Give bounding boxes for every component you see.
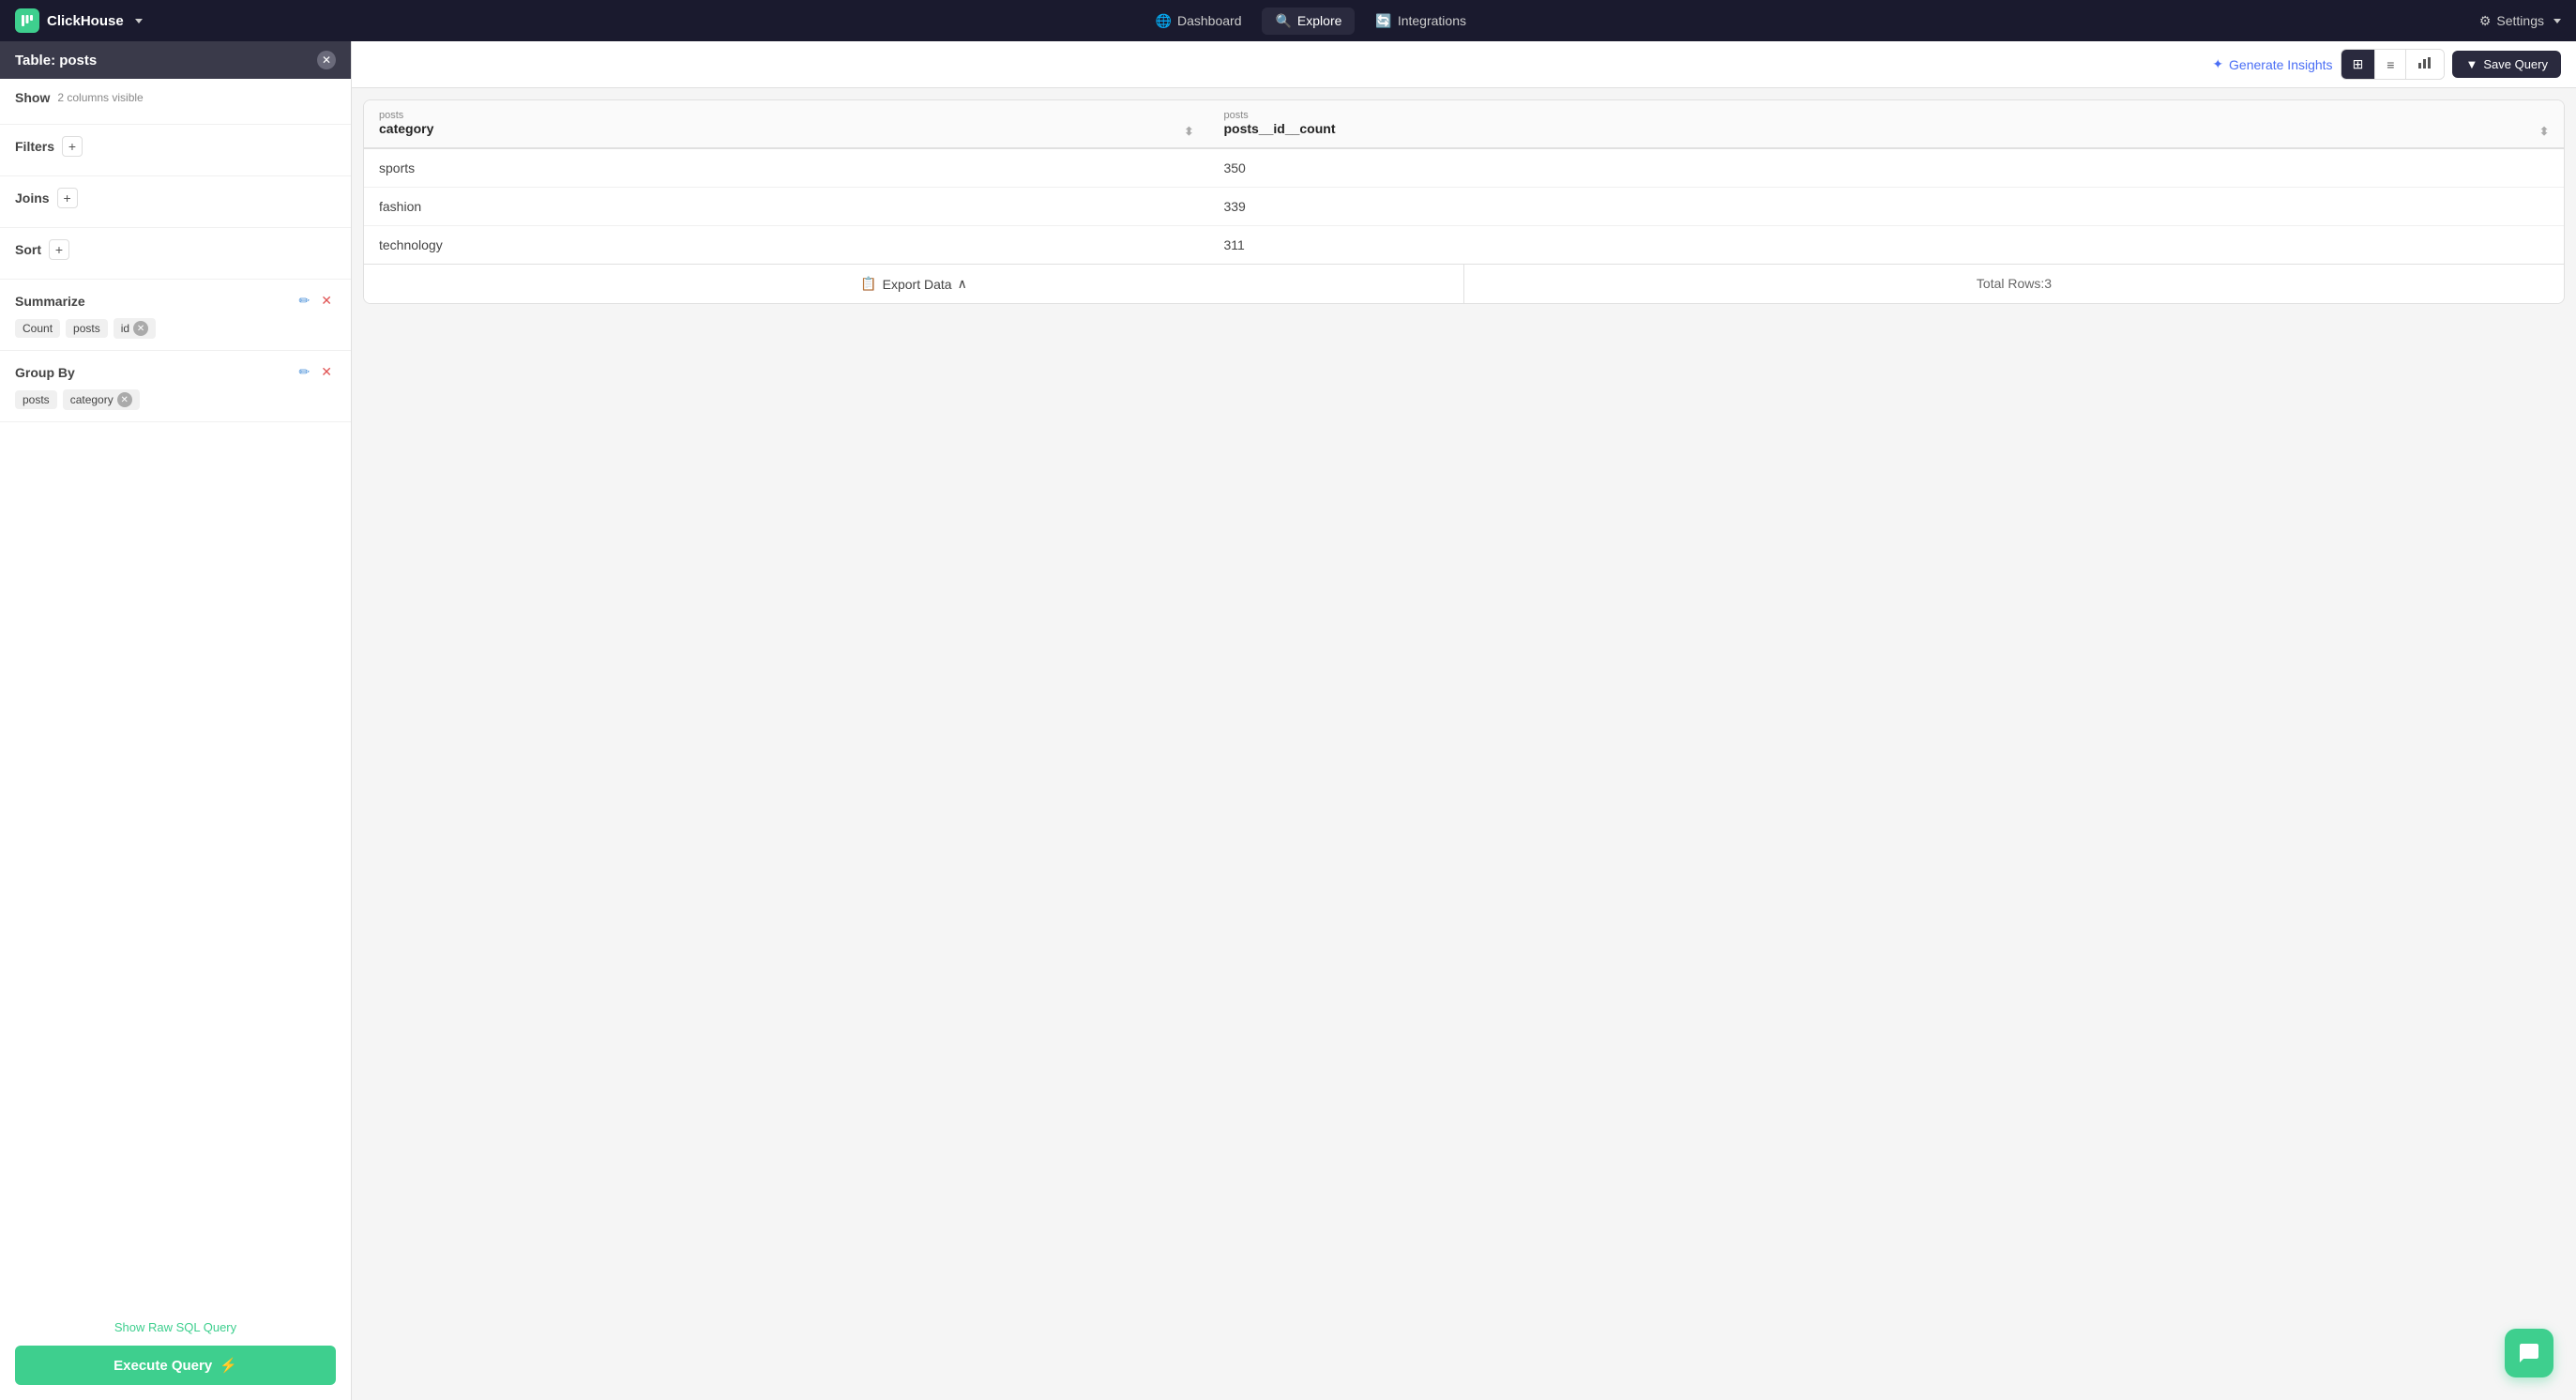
summarize-section: Summarize ✏ ✕ Count posts id ✕ xyxy=(0,280,351,351)
total-rows: Total Rows:3 xyxy=(1464,265,2564,303)
group-by-section: Group By ✏ ✕ posts category ✕ xyxy=(0,351,351,422)
sidebar-footer: Show Raw SQL Query Execute Query ⚡ xyxy=(0,1305,351,1400)
main-content: ✦ Generate Insights ⊞ ≡ xyxy=(352,41,2576,1400)
lightning-icon: ⚡ xyxy=(220,1357,237,1374)
sort-section: Sort + xyxy=(0,228,351,280)
joins-label: Joins xyxy=(15,190,50,205)
summarize-tags: Count posts id ✕ xyxy=(15,318,336,339)
summarize-actions: ✏ ✕ xyxy=(295,291,336,311)
summarize-tag-count: Count xyxy=(15,319,60,338)
list-icon: ≡ xyxy=(2387,57,2394,72)
columns-visible: 2 columns visible xyxy=(57,91,143,104)
sidebar: Table: posts ✕ Show 2 columns visible Fi… xyxy=(0,41,352,1400)
col-sort-category-icon[interactable]: ⬍ xyxy=(1184,125,1193,138)
topnav: ClickHouse 🌐 Dashboard 🔍 Explore 🔄 Integ… xyxy=(0,0,2576,41)
topnav-center: 🌐 Dashboard 🔍 Explore 🔄 Integrations xyxy=(165,8,2457,35)
grid-icon: ⊞ xyxy=(2353,56,2364,71)
execute-label: Execute Query xyxy=(114,1358,212,1374)
save-query-button[interactable]: ▼ Save Query xyxy=(2452,51,2561,78)
cell-count-sports: 350 xyxy=(1208,148,2564,188)
filters-add-button[interactable]: + xyxy=(62,136,83,157)
nav-explore[interactable]: 🔍 Explore xyxy=(1262,8,1355,35)
filters-section: Filters + xyxy=(0,125,351,176)
chat-fab[interactable] xyxy=(2505,1329,2553,1377)
col-header-count: posts posts__id__count ⬍ xyxy=(1208,100,2564,148)
cell-category-technology: technology xyxy=(364,226,1208,265)
table-label: Table: posts xyxy=(15,53,97,68)
export-chevron-icon: ∧ xyxy=(958,276,967,292)
app-logo[interactable]: ClickHouse xyxy=(15,8,143,33)
summarize-edit-button[interactable]: ✏ xyxy=(295,291,314,311)
summarize-delete-button[interactable]: ✕ xyxy=(317,291,336,311)
sort-add-button[interactable]: + xyxy=(49,239,69,260)
data-table-wrapper: posts category ⬍ posts posts__id__count xyxy=(363,99,2565,304)
logo-icon xyxy=(15,8,39,33)
app-chevron-icon xyxy=(135,19,143,23)
sidebar-header: Table: posts ✕ xyxy=(0,41,351,79)
filters-label: Filters xyxy=(15,139,54,154)
group-by-delete-button[interactable]: ✕ xyxy=(317,362,336,382)
group-by-category-remove-button[interactable]: ✕ xyxy=(117,392,132,407)
generate-insights-button[interactable]: ✦ Generate Insights xyxy=(2212,56,2332,72)
group-by-edit-button[interactable]: ✏ xyxy=(295,362,314,382)
show-label: Show xyxy=(15,90,50,105)
show-sql-link[interactable]: Show Raw SQL Query xyxy=(15,1320,336,1334)
cell-category-sports: sports xyxy=(364,148,1208,188)
gear-icon: ⚙ xyxy=(2479,13,2492,29)
export-icon: 📋 xyxy=(860,276,876,292)
table-close-button[interactable]: ✕ xyxy=(317,51,336,69)
nav-dashboard[interactable]: 🌐 Dashboard xyxy=(1143,8,1255,35)
settings-menu[interactable]: ⚙ Settings xyxy=(2479,13,2561,29)
export-data-button[interactable]: 📋 Export Data ∧ xyxy=(364,265,1464,303)
sparkle-icon: ✦ xyxy=(2212,56,2223,72)
cell-category-fashion: fashion xyxy=(364,188,1208,226)
col-source-count: posts xyxy=(1223,110,2549,121)
show-section: Show 2 columns visible xyxy=(0,79,351,125)
col-name-count: posts__id__count ⬍ xyxy=(1223,121,2549,136)
table-footer: 📋 Export Data ∧ Total Rows:3 xyxy=(364,264,2564,303)
group-by-tag-category: category ✕ xyxy=(63,389,140,410)
group-by-label: Group By xyxy=(15,365,75,380)
table-row: technology 311 xyxy=(364,226,2564,265)
settings-chevron-icon xyxy=(2553,19,2561,23)
view-grid-button[interactable]: ⊞ xyxy=(2341,50,2376,79)
execute-query-button[interactable]: Execute Query ⚡ xyxy=(15,1346,336,1385)
view-chart-button[interactable] xyxy=(2406,50,2444,79)
chart-icon xyxy=(2417,58,2432,73)
data-table: posts category ⬍ posts posts__id__count xyxy=(364,100,2564,264)
group-by-actions: ✏ ✕ xyxy=(295,362,336,382)
cell-count-fashion: 339 xyxy=(1208,188,2564,226)
view-list-button[interactable]: ≡ xyxy=(2375,50,2406,79)
filter-icon: ▼ xyxy=(2465,57,2478,71)
summarize-tag-id: id ✕ xyxy=(114,318,156,339)
joins-section: Joins + xyxy=(0,176,351,228)
joins-add-button[interactable]: + xyxy=(57,188,78,208)
chat-icon xyxy=(2518,1342,2540,1364)
group-by-tag-posts: posts xyxy=(15,390,57,409)
sort-label: Sort xyxy=(15,242,41,257)
view-toggle-group: ⊞ ≡ xyxy=(2341,49,2446,80)
globe-icon: 🌐 xyxy=(1156,13,1172,29)
data-area: posts category ⬍ posts posts__id__count xyxy=(352,88,2576,1400)
main-layout: Table: posts ✕ Show 2 columns visible Fi… xyxy=(0,41,2576,1400)
summarize-label: Summarize xyxy=(15,294,85,309)
table-row: sports 350 xyxy=(364,148,2564,188)
summarize-id-remove-button[interactable]: ✕ xyxy=(133,321,148,336)
app-name: ClickHouse xyxy=(47,13,124,29)
search-icon: 🔍 xyxy=(1275,13,1291,29)
col-source-category: posts xyxy=(379,110,1193,121)
main-toolbar: ✦ Generate Insights ⊞ ≡ xyxy=(352,41,2576,88)
group-by-tags: posts category ✕ xyxy=(15,389,336,410)
refresh-icon: 🔄 xyxy=(1375,13,1391,29)
nav-integrations[interactable]: 🔄 Integrations xyxy=(1362,8,1479,35)
col-name-category: category ⬍ xyxy=(379,121,1193,136)
col-sort-count-icon[interactable]: ⬍ xyxy=(2539,125,2549,138)
table-row: fashion 339 xyxy=(364,188,2564,226)
summarize-tag-posts: posts xyxy=(66,319,108,338)
cell-count-technology: 311 xyxy=(1208,226,2564,265)
col-header-category: posts category ⬍ xyxy=(364,100,1208,148)
